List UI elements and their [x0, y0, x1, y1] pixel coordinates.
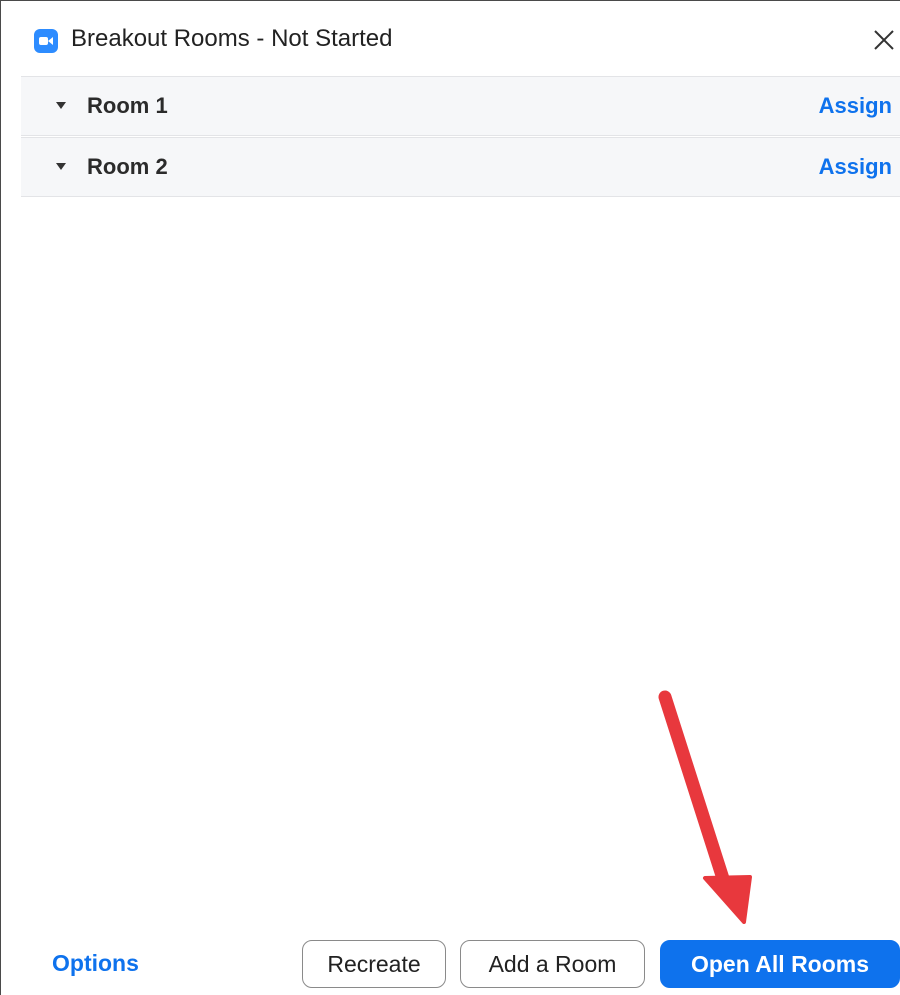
zoom-camera-icon [34, 29, 58, 53]
title-bar: Breakout Rooms - Not Started [1, 1, 900, 75]
window-title: Breakout Rooms - Not Started [71, 25, 393, 52]
room-name: Room 1 [87, 93, 168, 118]
close-icon[interactable] [871, 27, 897, 53]
assign-link[interactable]: Assign [819, 93, 892, 119]
open-all-rooms-button[interactable]: Open All Rooms [660, 940, 900, 988]
assign-link[interactable]: Assign [819, 154, 892, 180]
breakout-rooms-window: Breakout Rooms - Not Started Room 1 Assi… [0, 0, 900, 995]
caret-down-icon[interactable] [56, 102, 66, 109]
recreate-button[interactable]: Recreate [302, 940, 446, 988]
room-row-1[interactable]: Room 1 Assign [21, 76, 900, 136]
caret-down-icon[interactable] [56, 163, 66, 170]
add-room-button[interactable]: Add a Room [460, 940, 645, 988]
room-row-2[interactable]: Room 2 Assign [21, 137, 900, 197]
room-name: Room 2 [87, 154, 168, 179]
options-link[interactable]: Options [52, 950, 139, 977]
